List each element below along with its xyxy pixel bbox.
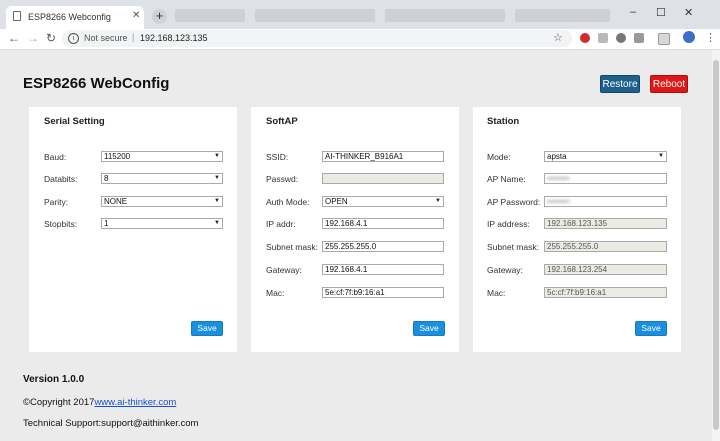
station-mac-label: Mac: [487,288,506,298]
back-icon[interactable]: ← [8,31,20,45]
dropdown-arrow-icon: ▼ [658,153,664,159]
softap-card-title: SoftAP [266,116,298,127]
ap-password-input[interactable]: •••••••• [544,196,667,207]
mode-label: Mode: [487,152,511,162]
parity-label: Parity: [44,197,69,207]
background-tab[interactable] [385,9,505,22]
station-gateway-input[interactable]: 192.168.123.254 [544,264,667,275]
station-mac-input[interactable]: 5c:cf:7f:b9:16:a1 [544,287,667,298]
softap-mac-label: Mac: [266,288,285,298]
ip-addr-label: IP addr: [266,219,296,229]
address-bar[interactable] [62,30,572,47]
not-secure-label: Not secure [84,33,128,43]
softap-gateway-input[interactable]: 192.168.4.1 [322,264,444,275]
station-save-button[interactable]: Save [635,321,667,336]
bookmark-star-icon[interactable]: ☆ [553,31,563,44]
ap-password-label: AP Password: [487,197,541,207]
dropdown-arrow-icon: ▼ [214,153,220,159]
support-contact: Technical Support:support@aithinker.com [23,418,199,429]
extension-icon[interactable] [634,33,644,43]
background-tab[interactable] [255,9,375,22]
databits-select[interactable]: 8 ▼ [101,173,223,184]
softap-save-button[interactable]: Save [413,321,445,336]
ai-thinker-link[interactable]: www.ai-thinker.com [94,397,176,408]
url-separator: | [132,32,135,42]
ssid-input[interactable]: AI-THINKER_B916A1 [322,151,444,162]
browser-menu-icon[interactable]: ⋮ [705,31,716,44]
scrollbar-thumb[interactable] [713,60,719,430]
ip-address-label: IP address: [487,219,530,229]
extension-icon[interactable] [616,33,626,43]
softap-mac-input[interactable]: 5e:cf:7f:b9:16:a1 [322,287,444,298]
extension-icon[interactable] [658,33,670,45]
background-tab[interactable] [175,9,245,22]
page-title: ESP8266 WebConfig [23,75,170,92]
extension-icon[interactable] [598,33,608,43]
reboot-button[interactable]: Reboot [650,75,688,93]
softap-subnet-input[interactable]: 255.255.255.0 [322,241,444,252]
station-subnet-label: Subnet mask: [487,242,539,252]
profile-avatar-icon[interactable] [683,31,695,43]
ap-name-label: AP Name: [487,174,526,184]
mode-select[interactable]: apsta ▼ [544,151,667,162]
close-tab-icon[interactable]: ✕ [132,10,140,21]
maximize-icon[interactable]: ☐ [656,6,666,19]
passwd-label: Passwd: [266,174,299,184]
copyright-line: ©Copyright 2017www.ai-thinker.com [23,397,176,408]
version-label: Version 1.0.0 [23,374,85,385]
databits-label: Databits: [44,174,78,184]
baud-select[interactable]: 115200 ▼ [101,151,223,162]
forward-icon[interactable]: → [27,31,39,45]
ip-addr-input[interactable]: 192.168.4.1 [322,218,444,229]
auth-mode-label: Auth Mode: [266,197,310,207]
softap-subnet-label: Subnet mask: [266,242,318,252]
serial-card-title: Serial Setting [44,116,105,127]
ip-address-input[interactable]: 192.168.123.135 [544,218,667,229]
dropdown-arrow-icon: ▼ [435,198,441,204]
page-icon [13,11,21,21]
auth-mode-select[interactable]: OPEN ▼ [322,196,444,207]
serial-save-button[interactable]: Save [191,321,223,336]
parity-select[interactable]: NONE ▼ [101,196,223,207]
stopbits-select[interactable]: 1 ▼ [101,218,223,229]
new-tab-button[interactable]: + [152,9,167,24]
reload-icon[interactable]: ↻ [46,31,56,45]
stopbits-label: Stopbits: [44,219,78,229]
info-icon[interactable]: i [68,33,79,44]
dropdown-arrow-icon: ▼ [214,220,220,226]
ap-name-input[interactable]: •••••••• [544,173,667,184]
dropdown-arrow-icon: ▼ [214,198,220,204]
shield-extension-icon[interactable] [580,33,590,43]
dropdown-arrow-icon: ▼ [214,175,220,181]
window-close-icon[interactable]: ✕ [684,6,693,19]
minimize-icon[interactable]: – [630,6,636,18]
ssid-label: SSID: [266,152,289,162]
background-tab[interactable] [515,9,610,22]
serial-setting-card [29,107,237,352]
baud-label: Baud: [44,152,67,162]
station-subnet-input[interactable]: 255.255.255.0 [544,241,667,252]
tab-title: ESP8266 Webconfig [28,12,111,22]
station-card [473,107,681,352]
station-gateway-label: Gateway: [487,265,523,275]
softap-gateway-label: Gateway: [266,265,302,275]
copyright-text: ©Copyright 2017 [23,397,95,408]
passwd-input[interactable] [322,173,444,184]
station-card-title: Station [487,116,520,127]
softap-card [251,107,459,352]
url-text[interactable]: 192.168.123.135 [140,33,208,43]
restore-button[interactable]: Restore [600,75,640,93]
